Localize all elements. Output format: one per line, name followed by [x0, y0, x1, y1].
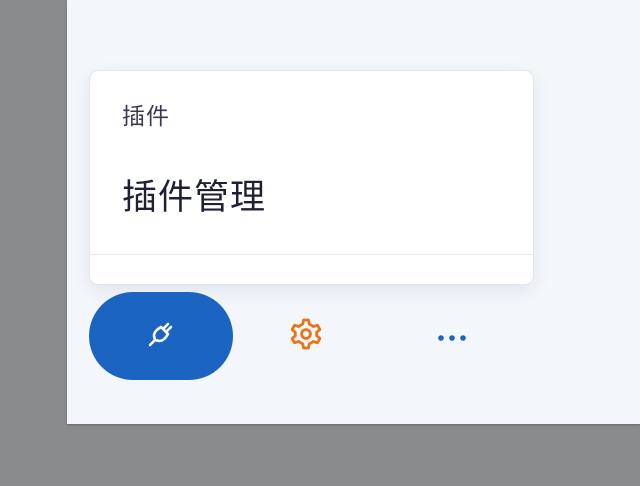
- plug-icon: [146, 319, 176, 353]
- plugin-popup-menu: 插件 插件管理: [89, 70, 534, 285]
- settings-button[interactable]: [282, 312, 330, 360]
- popup-divider: [90, 254, 533, 255]
- gear-icon: [289, 317, 323, 355]
- more-dots-icon: [437, 327, 467, 346]
- screen: 插件 插件管理: [0, 0, 640, 486]
- plugin-management-menu-item[interactable]: 插件管理: [122, 169, 266, 220]
- popup-header: 插件: [122, 104, 170, 130]
- plugin-button[interactable]: [89, 292, 233, 380]
- more-options-button[interactable]: [426, 318, 478, 354]
